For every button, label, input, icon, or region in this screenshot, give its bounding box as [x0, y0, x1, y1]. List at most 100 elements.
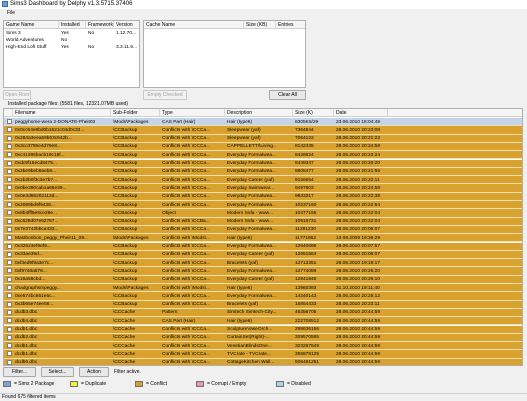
file-row-checkbox[interactable]	[7, 334, 12, 340]
games-column-header[interactable]: Version	[114, 21, 139, 29]
file-row-checkbox[interactable]	[7, 243, 12, 249]
file-row-checkbox[interactable]	[7, 293, 12, 299]
file-row-checkbox[interactable]	[7, 210, 12, 216]
file-row[interactable]: 0xf9748a578... \CCBackup Conflicts with \C…	[4, 267, 522, 276]
file-row[interactable]: dcdb4.dbc \CCCache CAS Part (Hair) Hair (ty…	[4, 317, 522, 326]
file-row-checkbox[interactable]	[7, 235, 12, 241]
file-row[interactable]: dcdb6.dbc \CCCache Conflicts with \CCCa...…	[4, 358, 522, 365]
files-column-header[interactable]: Filename	[13, 109, 111, 117]
cache-column-header[interactable]: Cache Name	[144, 21, 244, 29]
files-column-header[interactable]: Type	[160, 109, 225, 117]
file-row[interactable]: 0xc41396bacb19c18f... \CCBackup Conflicts …	[4, 151, 522, 160]
file-cell: Conflicts with \CCCa...	[162, 185, 210, 191]
menu-file[interactable]: File	[7, 10, 15, 16]
file-cell: CAPPELLETTI\Living...	[227, 144, 277, 150]
file-row-checkbox[interactable]	[7, 135, 12, 141]
action-button[interactable]: Action	[79, 367, 109, 377]
file-row[interactable]: dcdb1.dbc \CCCache Conflicts with \CCCa...…	[4, 350, 522, 359]
file-row-checkbox[interactable]	[7, 177, 12, 183]
file-row[interactable]: chadgraphsmpeggy... \Mods\Packages Conflic…	[4, 284, 522, 293]
file-row[interactable]: 0x0cc64e8bd0b1621c04d0c33... \CCBackup Con…	[4, 126, 522, 135]
file-cell: CAS Part (Hair)	[162, 318, 196, 324]
file-row-checkbox[interactable]	[7, 193, 12, 199]
file-cell: \CCBackup	[113, 219, 138, 225]
file-cell: Conflicts with \CCCa...	[162, 152, 210, 158]
cache-column-header[interactable]: Size (KB)	[244, 21, 276, 29]
file-row-checkbox[interactable]	[7, 185, 12, 191]
file-row[interactable]: 0x15a56cbd... \CCBackup Conflicts with \CC…	[4, 275, 522, 284]
file-row-checkbox[interactable]	[7, 309, 12, 315]
file-row[interactable]: 0x3b65e74ee56... \CCBackup Conflicts with …	[4, 300, 522, 309]
file-row-checkbox[interactable]	[7, 351, 12, 357]
file-row[interactable]: 0xe574bc651e5c... \CCBackup Conflicts with…	[4, 292, 522, 301]
files-column-header[interactable]: Sub-Folder	[111, 109, 160, 117]
file-row-checkbox[interactable]	[7, 143, 12, 149]
file-row[interactable]: 0x0e3d65202113d... \CCBackup Conflicts wit…	[4, 192, 522, 201]
file-row[interactable]: dcdb3.dbc \CCCache Pattern Simtech Simtech-…	[4, 308, 522, 318]
cache-column-header[interactable]: Entries	[276, 21, 305, 29]
file-row[interactable]: 0x32623ef9ef9... \CCBackup Conflicts with …	[4, 242, 522, 251]
file-row-checkbox[interactable]	[7, 359, 12, 365]
select-button[interactable]: Select...	[41, 367, 74, 377]
file-row[interactable]: 0x7e3743bbca433... \CCBackup Conflicts wit…	[4, 225, 522, 235]
file-row-checkbox[interactable]	[7, 152, 12, 158]
file-row-checkbox[interactable]	[7, 119, 12, 124]
games-column-header[interactable]: Framework	[86, 21, 114, 29]
file-row[interactable]: 0x0be390cab1a66e39... \CCBackup Conflicts …	[4, 184, 522, 193]
file-row[interactable]: dcdb1.dbc \CCCache Conflicts with \CCCa...…	[4, 325, 522, 334]
file-cell: CurtainSet(Right)-...	[227, 335, 270, 341]
games-table[interactable]: Game Name Installed Framework Version Sims 3…	[3, 20, 140, 88]
clear-all-button[interactable]: Clear All	[269, 90, 306, 100]
file-row[interactable]: 0xc629d07e62767... \CCBackup Conflicts wit…	[4, 217, 522, 226]
games-table-row[interactable]: High-End Loft Stuff Yes No 3.3.11.6...	[4, 44, 139, 51]
open-root-button[interactable]: Open Root	[3, 90, 31, 100]
games-column-header[interactable]: Game Name	[4, 21, 59, 29]
file-row[interactable]: 0xf3ed9f9a3e7c... \CCBackup Conflicts with…	[4, 259, 522, 268]
file-cell: Everyday Formalwea...	[227, 202, 277, 208]
file-cell: 9497603	[295, 185, 314, 191]
file-row[interactable]: dcdb1.dbc \CCCache Conflicts with \CCCa...…	[4, 342, 522, 351]
file-row-checkbox[interactable]	[7, 202, 12, 207]
file-row[interactable]: 0x2b3b0f3c3e7b7... \CCBackup Conflicts wit…	[4, 176, 522, 185]
file-row-checkbox[interactable]	[7, 343, 12, 349]
empty-checked-button[interactable]: Empty Checked	[143, 90, 187, 100]
file-row-checkbox[interactable]	[7, 326, 12, 332]
window-title: Sims3 Dashboard by Delphy v1.3.5715.3740…	[10, 1, 133, 7]
cache-table[interactable]: Cache Name Size (KB) Entries	[143, 20, 306, 88]
file-row-checkbox[interactable]	[7, 251, 12, 257]
file-row-checkbox[interactable]	[7, 218, 12, 224]
games-table-row[interactable]: Sims 3 Yes No 1.12.70...	[4, 30, 139, 37]
file-row-checkbox[interactable]	[7, 168, 12, 174]
file-row[interactable]: 0x8b4fff5e5ce29e... \CCBackup Object Modern…	[4, 209, 522, 218]
file-row-checkbox[interactable]	[7, 318, 12, 324]
filter-button[interactable]: Filter...	[3, 367, 36, 377]
file-cell: \CCBackup	[113, 185, 138, 191]
file-cell: 28.06.2010 20:25:12	[336, 293, 381, 299]
games-column-header[interactable]: Installed	[59, 21, 86, 29]
file-row-checkbox[interactable]	[7, 268, 12, 274]
games-table-row[interactable]: World Adventures No	[4, 37, 139, 44]
file-row-checkbox[interactable]	[7, 260, 12, 266]
file-row-checkbox[interactable]	[7, 127, 12, 133]
files-column-header[interactable]: Size (K)	[293, 109, 334, 117]
file-row[interactable]: dcdb2.dbc \CCCache Conflicts with \CCCa...…	[4, 333, 522, 343]
files-column-header[interactable]: Date	[334, 109, 388, 117]
file-row[interactable]: 0x2089bd9f9438... \CCBackup Conflicts with…	[4, 201, 522, 210]
file-row-checkbox[interactable]	[7, 285, 12, 290]
file-row-checkbox[interactable]	[7, 160, 12, 166]
file-row-checkbox[interactable]	[7, 301, 12, 307]
file-row[interactable]: 0x2be9beb8aeb8... \CCBackup Conflicts with…	[4, 167, 522, 177]
package-files-table[interactable]: Filename Sub-Folder Type Description Size (K…	[3, 108, 523, 366]
file-cell: 28.06.2010 20:22:38	[336, 194, 381, 200]
file-row[interactable]: 0x3cc3795e4d76e8... \CCBackup Conflicts wi…	[4, 142, 522, 152]
file-row-checkbox[interactable]	[7, 226, 12, 232]
file-row[interactable]: peggyhome-wera 2-DONATE-Pheit03 \Mods\Pac…	[4, 118, 522, 127]
file-row[interactable]: 0xdc9f15ecd8475... \CCBackup Conflicts wit…	[4, 159, 522, 168]
file-row[interactable]: 0x284a3eea59b63c642b... \CCBackup Conflict…	[4, 134, 522, 143]
file-row[interactable]: Mastbonbon_peggy_Pheir11_09... \Mods\Pack…	[4, 234, 522, 243]
file-cell: 28.06.2010 20:23:24	[336, 152, 381, 158]
file-row[interactable]: 0x33ae39d... \CCBackup Conflicts with \CCC…	[4, 250, 522, 260]
file-row-checkbox[interactable]	[7, 276, 12, 282]
games-table-cell: No	[61, 38, 68, 43]
files-column-header[interactable]: Description	[225, 109, 293, 117]
